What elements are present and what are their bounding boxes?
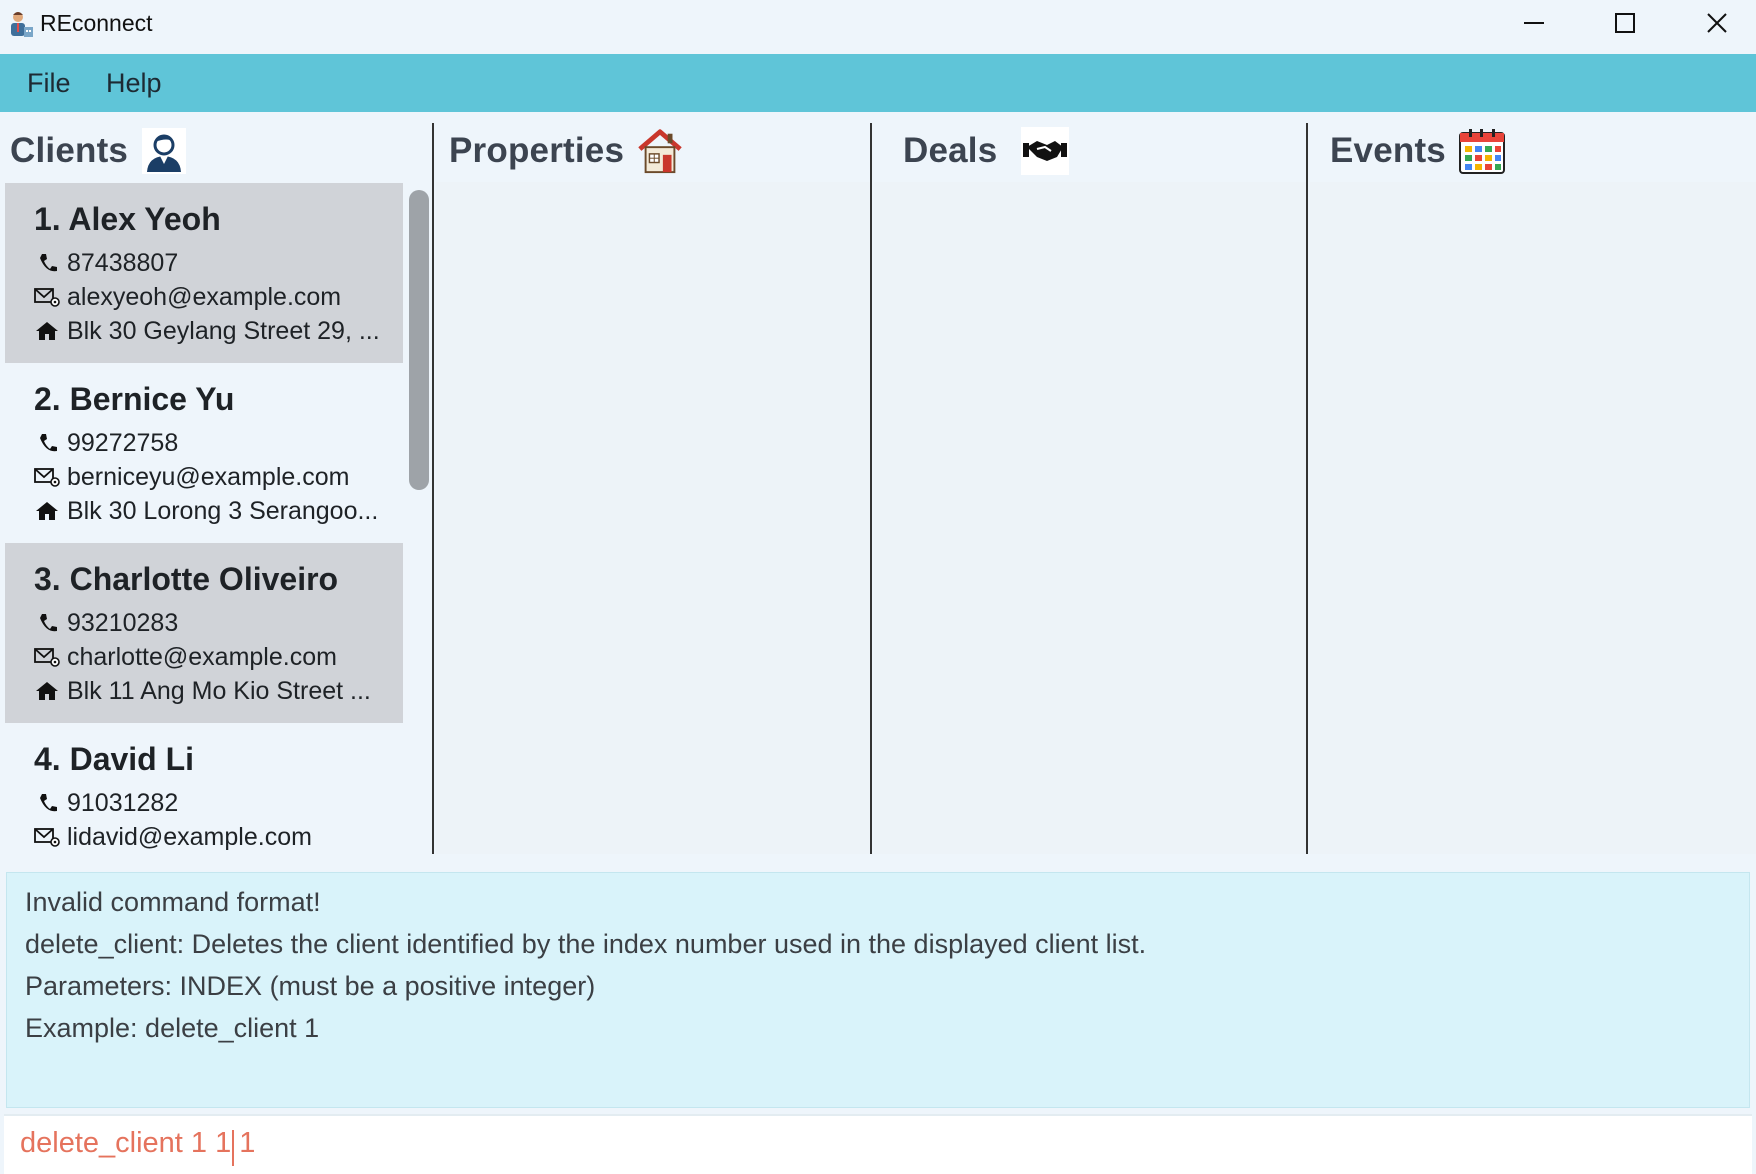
- result-line: Invalid command format!: [25, 887, 321, 917]
- app-logo-icon: [8, 10, 34, 38]
- phone-icon: [40, 434, 57, 452]
- client-card[interactable]: 4. David Li 91031282 lidavid@example.com: [5, 723, 403, 854]
- menu-bar: File Help: [0, 54, 1756, 112]
- deals-list: [874, 182, 1306, 854]
- client-phone: 93210283: [67, 608, 179, 637]
- client-email-row: berniceyu@example.com: [34, 462, 349, 492]
- deals-panel-title: Deals: [903, 131, 998, 170]
- phone-icon: [40, 794, 57, 812]
- client-phone-row: 93210283: [34, 608, 178, 638]
- home-icon: [36, 322, 58, 340]
- maximize-icon: [1615, 13, 1635, 33]
- client-address: Blk 11 Ang Mo Kio Street ...: [67, 676, 371, 705]
- client-email-row: lidavid@example.com: [34, 822, 312, 852]
- client-address-row: Blk 30 Lorong 3 Serangoo...: [34, 496, 378, 526]
- text-caret: [232, 1130, 234, 1166]
- events-list: [1310, 182, 1756, 854]
- client-name: 2. Bernice Yu: [34, 381, 235, 417]
- result-line: delete_client: Deletes the client identi…: [25, 929, 1147, 959]
- client-card[interactable]: 2. Bernice Yu 99272758 berniceyu@example…: [5, 363, 403, 543]
- phone-icon: [40, 614, 57, 632]
- client-list[interactable]: 1. Alex Yeoh 87438807 alexyeoh@example.c…: [0, 182, 432, 854]
- client-list-scrollbar[interactable]: [409, 190, 429, 490]
- command-box[interactable]: [4, 1114, 1752, 1174]
- minimize-icon: [1524, 22, 1544, 24]
- client-address: Blk 30 Lorong 3 Serangoo...: [67, 496, 379, 525]
- house-icon: [636, 127, 684, 175]
- properties-panel-header: Properties: [449, 122, 684, 180]
- client-email-row: charlotte@example.com: [34, 642, 337, 672]
- result-line: Parameters: INDEX (must be a positive in…: [25, 971, 596, 1001]
- client-card[interactable]: 1. Alex Yeoh 87438807 alexyeoh@example.c…: [5, 183, 403, 363]
- panel-divider: [1306, 123, 1308, 854]
- client-address: Blk 30 Geylang Street 29, ...: [67, 316, 380, 345]
- client-email: alexyeoh@example.com: [67, 282, 342, 311]
- phone-icon: [40, 254, 57, 272]
- window-title: REconnect: [40, 10, 153, 36]
- email-icon: [34, 828, 60, 847]
- home-icon: [36, 502, 58, 520]
- client-phone: 91031282: [67, 788, 179, 817]
- result-line: Example: delete_client 1: [25, 1013, 320, 1043]
- panel-divider: [432, 123, 434, 854]
- maximize-button[interactable]: [1580, 0, 1670, 46]
- deals-panel-header: Deals: [903, 122, 1070, 180]
- command-input[interactable]: [20, 1118, 1720, 1168]
- handshake-icon: [1021, 127, 1070, 175]
- menu-file[interactable]: File: [27, 68, 71, 99]
- client-phone: 99272758: [67, 428, 179, 457]
- client-phone: 87438807: [67, 248, 179, 277]
- client-email-row: alexyeoh@example.com: [34, 282, 341, 312]
- menu-help[interactable]: Help: [106, 68, 162, 99]
- clients-panel-title: Clients: [10, 131, 129, 170]
- properties-panel-title: Properties: [449, 131, 625, 170]
- client-phone-row: 99272758: [34, 428, 178, 458]
- panel-divider: [870, 123, 872, 854]
- minimize-button[interactable]: [1489, 0, 1579, 46]
- events-panel-header: Events: [1330, 122, 1506, 180]
- email-icon: [34, 468, 60, 487]
- client-phone-row: 87438807: [34, 248, 178, 278]
- client-email: berniceyu@example.com: [67, 462, 350, 491]
- client-name: 4. David Li: [34, 741, 195, 777]
- email-icon: [34, 648, 60, 667]
- client-email: charlotte@example.com: [67, 642, 337, 671]
- person-icon: [140, 127, 188, 175]
- client-name: 1. Alex Yeoh: [34, 201, 221, 237]
- properties-list: [436, 182, 870, 854]
- client-email: lidavid@example.com: [67, 822, 312, 851]
- client-address-row: Blk 11 Ang Mo Kio Street ...: [34, 676, 371, 706]
- email-icon: [34, 288, 60, 307]
- client-address-row: Blk 30 Geylang Street 29, ...: [34, 316, 380, 346]
- clients-panel-header: Clients: [10, 122, 188, 180]
- calendar-icon: [1458, 127, 1506, 175]
- client-name: 3. Charlotte Oliveiro: [34, 561, 339, 597]
- events-panel-title: Events: [1330, 131, 1446, 170]
- client-card[interactable]: 3. Charlotte Oliveiro 93210283 charlotte…: [5, 543, 403, 723]
- home-icon: [36, 682, 58, 700]
- result-display: Invalid command format! delete_client: D…: [6, 872, 1750, 1108]
- title-bar: REconnect: [0, 0, 1756, 54]
- client-phone-row: 91031282: [34, 788, 178, 818]
- close-icon: [1707, 13, 1727, 33]
- close-button[interactable]: [1672, 0, 1756, 46]
